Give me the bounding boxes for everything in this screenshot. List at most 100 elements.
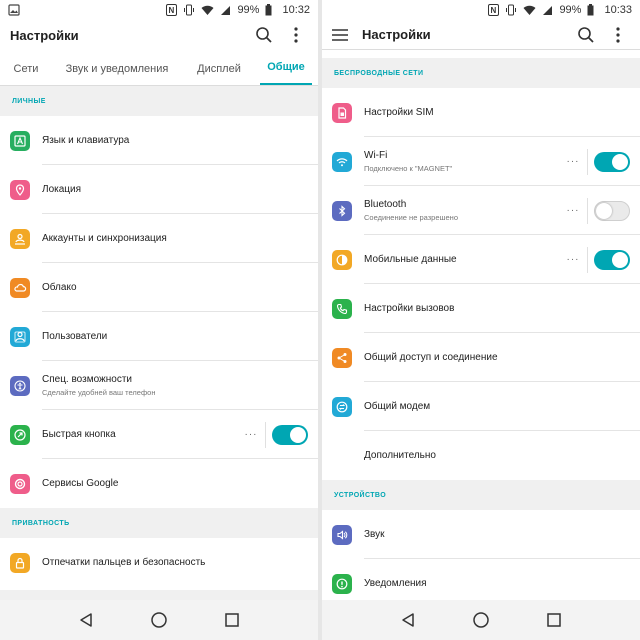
toggle-knob — [612, 153, 628, 170]
list-item[interactable]: Локация — [0, 165, 318, 214]
recents-icon — [224, 613, 239, 627]
list-item[interactable]: Сервисы Google — [0, 459, 318, 508]
list-item[interactable]: Bluetooth Соединение не разрешено ··· — [322, 186, 640, 235]
page-title: Настройки — [362, 27, 431, 42]
list-item[interactable]: Настройки вызовов — [322, 284, 640, 333]
clock: 10:33 — [604, 4, 632, 16]
tab-sound-notifications[interactable]: Звук и уведомления — [52, 49, 182, 85]
section-device: УСТРОЙСТВО — [322, 480, 640, 510]
item-title: Дополнительно — [364, 450, 436, 461]
bluetooth-icon — [332, 200, 352, 221]
tethering-icon — [332, 396, 352, 417]
back-icon — [80, 613, 93, 627]
toggle-divider — [265, 421, 266, 448]
item-text: Мобильные данные — [364, 254, 565, 265]
wifi-icon — [332, 151, 352, 172]
screen: N 99% 10:32 Настройки Сети Звук и уведом… — [0, 0, 640, 640]
tab-display[interactable]: Дисплей — [182, 49, 256, 85]
tab-bar: Сети Звук и уведомления Дисплей Общие — [0, 50, 318, 86]
app-bar: Настройки — [322, 20, 640, 50]
vibrate-icon — [506, 4, 517, 16]
list-item[interactable]: Дополнительно — [322, 431, 640, 480]
recents-button[interactable] — [220, 608, 244, 632]
app-bar: Настройки — [0, 20, 318, 50]
item-title: Мобильные данные — [364, 254, 457, 265]
list-end-spacer — [0, 590, 318, 600]
more-options-icon[interactable]: ··· — [565, 254, 581, 265]
tab-networks[interactable]: Сети — [0, 49, 52, 85]
page-title: Настройки — [10, 27, 79, 43]
users-icon — [10, 326, 30, 347]
list-item[interactable]: Язык и клавиатура — [0, 116, 318, 165]
list-item[interactable]: Пользователи — [0, 312, 318, 361]
nfc-icon: N — [166, 4, 178, 16]
toggle-switch[interactable] — [594, 249, 630, 270]
item-text: Спец. возможности Сделайте удобней ваш те… — [42, 374, 318, 397]
battery-icon — [265, 4, 272, 16]
list-item[interactable]: Облако — [0, 263, 318, 312]
back-button[interactable] — [74, 608, 98, 632]
more-options-icon[interactable]: ··· — [243, 429, 259, 440]
list-item[interactable]: Общий модем — [322, 382, 640, 431]
home-button[interactable] — [147, 608, 171, 632]
list-item[interactable]: Мобильные данные ··· — [322, 235, 640, 284]
list-item[interactable]: Аккаунты и синхронизация — [0, 214, 318, 263]
list-item[interactable]: Быстрая кнопка ··· — [0, 410, 318, 459]
item-text: Настройки вызовов — [364, 303, 640, 314]
more-options-icon[interactable]: ··· — [565, 156, 581, 167]
list-item[interactable]: Звук — [322, 510, 640, 559]
toggle-switch[interactable] — [594, 151, 630, 172]
home-button[interactable] — [469, 608, 493, 632]
item-title: Облако — [42, 282, 77, 293]
sound-icon — [332, 524, 352, 545]
hamburger-button[interactable] — [332, 25, 354, 45]
navigation-bar — [0, 600, 318, 640]
svg-text:N: N — [491, 6, 497, 15]
lock-icon — [10, 552, 30, 573]
item-text: Bluetooth Соединение не разрешено — [364, 199, 565, 222]
toggle-divider — [587, 246, 588, 273]
list-item[interactable]: Спец. возможности Сделайте удобней ваш те… — [0, 361, 318, 410]
more-vert-icon — [616, 26, 620, 43]
phone-icon — [332, 298, 352, 319]
item-title: Wi-Fi — [364, 150, 388, 161]
toggle-knob — [290, 426, 306, 443]
overflow-menu-button[interactable] — [606, 23, 630, 47]
navigation-bar — [322, 600, 640, 640]
list-item[interactable]: Отпечатки пальцев и безопасность — [0, 538, 318, 587]
item-text: Отпечатки пальцев и безопасность — [42, 557, 318, 568]
back-button[interactable] — [396, 608, 420, 632]
battery-percent: 99% — [559, 4, 582, 16]
wifi-signal-icon — [201, 5, 214, 15]
notification-icon — [332, 573, 352, 594]
toggle-switch[interactable] — [272, 424, 308, 445]
search-button[interactable] — [252, 23, 276, 47]
item-text: Настройки SIM — [364, 107, 640, 118]
list-item[interactable]: Настройки SIM — [322, 88, 640, 137]
toggle-divider — [587, 148, 588, 175]
vibrate-icon — [184, 4, 195, 16]
item-title: Настройки вызовов — [364, 303, 455, 314]
recents-button[interactable] — [542, 608, 566, 632]
item-title: Быстрая кнопка — [42, 429, 116, 440]
section-privacy: ПРИВАТНОСТЬ — [0, 508, 318, 538]
toggle-switch[interactable] — [594, 200, 630, 221]
home-icon — [473, 612, 489, 628]
search-button[interactable] — [574, 23, 598, 47]
location-icon — [10, 179, 30, 200]
status-bar: N 99% 10:33 — [322, 0, 640, 20]
list-item[interactable]: Wi-Fi Подключено к "MAGNET" ··· — [322, 137, 640, 186]
more-options-icon[interactable]: ··· — [565, 205, 581, 216]
overflow-menu-button[interactable] — [284, 23, 308, 47]
toggle-knob — [612, 251, 628, 268]
item-title: Локация — [42, 184, 82, 195]
item-title: Звук — [364, 529, 385, 540]
item-title: Спец. возможности — [42, 374, 132, 385]
tab-general[interactable]: Общие — [260, 49, 312, 85]
item-title: Настройки SIM — [364, 107, 434, 118]
section-personal: ЛИЧНЫЕ — [0, 86, 318, 116]
quick-button-icon — [10, 424, 30, 445]
list-item[interactable]: Общий доступ и соединение — [322, 333, 640, 382]
recents-icon — [546, 613, 561, 627]
status-bar: N 99% 10:32 — [0, 0, 318, 20]
